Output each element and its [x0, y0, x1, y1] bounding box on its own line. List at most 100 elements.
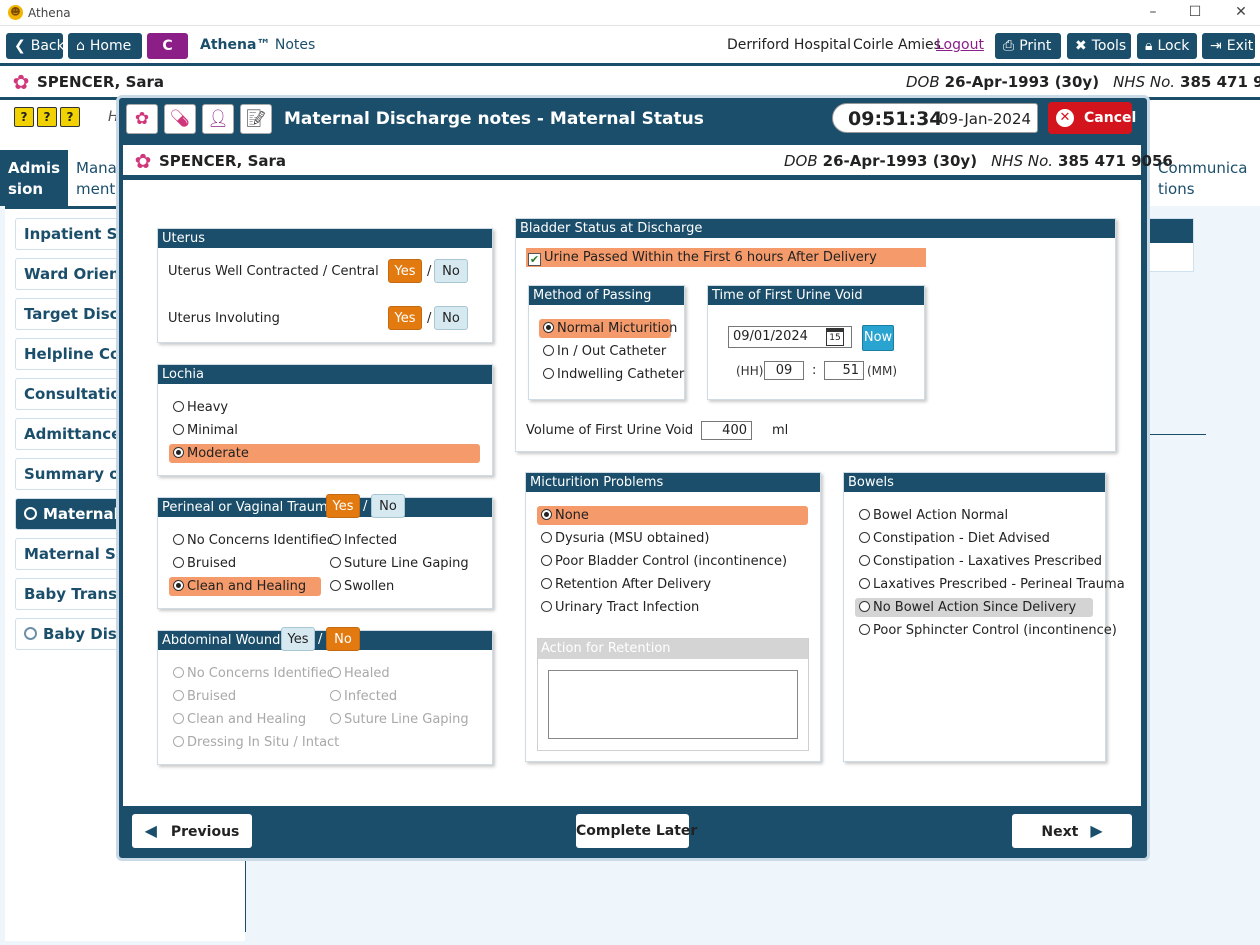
medication-capsule-icon[interactable]: 💊︎ [164, 104, 196, 134]
minute-input[interactable]: 51 [824, 361, 864, 380]
next-button[interactable]: Next ▶ [1012, 814, 1132, 848]
background-divider [245, 856, 246, 932]
flower-icon[interactable]: ✿ [126, 104, 158, 134]
uterus-involuting-yes-button[interactable]: Yes [388, 306, 422, 330]
micturition-option[interactable]: Urinary Tract Infection [537, 598, 699, 617]
bowels-option[interactable]: Bowel Action Normal [855, 506, 1008, 525]
radio-button [859, 601, 870, 612]
chevron-left-icon: ❮ [14, 38, 26, 54]
lochia-option[interactable]: Heavy [169, 398, 480, 417]
mother-baby-icon[interactable]: 👤︎ [202, 104, 234, 134]
help-icon[interactable]: ? [60, 107, 80, 127]
bowels-option[interactable]: Poor Sphincter Control (incontinence) [855, 621, 1117, 640]
perineal-option[interactable]: No Concerns Identified [169, 531, 335, 550]
tab-admission[interactable]: Admis sion [0, 150, 68, 206]
separator: / [363, 499, 368, 514]
maximize-button[interactable]: ☐ [1185, 3, 1205, 21]
abdominal-option: Suture Line Gaping [326, 710, 469, 729]
clock-display: 09:51:34 09-Jan-2024 [832, 103, 1038, 133]
patient-name: SPENCER, Sara [37, 73, 165, 91]
tools-button[interactable]: ✖ Tools [1067, 33, 1131, 59]
separator: / [318, 632, 323, 647]
exit-button[interactable]: ⇥ Exit [1202, 33, 1255, 59]
retention-textarea[interactable] [548, 670, 798, 739]
micturition-option[interactable]: Dysuria (MSU obtained) [537, 529, 709, 548]
close-window-button[interactable]: ✕ [1231, 3, 1251, 21]
radio-button [541, 601, 552, 612]
volume-input[interactable]: 400 [701, 421, 752, 440]
method-option[interactable]: In / Out Catheter [539, 342, 666, 361]
hour-input[interactable]: 09 [764, 361, 804, 380]
lochia-option[interactable]: Minimal [169, 421, 480, 440]
c-button[interactable]: C [147, 33, 188, 59]
logout-link[interactable]: Logout [936, 37, 984, 53]
back-button[interactable]: ❮ Back [6, 33, 65, 59]
notes-icon[interactable]: 📝︎ [240, 104, 272, 134]
separator: / [427, 311, 432, 326]
section-header: Method of Passing [529, 286, 684, 305]
perineal-option[interactable]: Clean and Healing [169, 577, 321, 596]
micturition-option[interactable]: Poor Bladder Control (incontinence) [537, 552, 787, 571]
micturition-option[interactable]: Retention After Delivery [537, 575, 711, 594]
uterus-contracted-yes-button[interactable]: Yes [388, 259, 422, 283]
radio-button [859, 509, 870, 520]
dialog-title: Maternal Discharge notes - Maternal Stat… [284, 109, 704, 129]
micturition-option[interactable]: None [537, 506, 808, 525]
section-header: Action for Retention [538, 639, 808, 659]
triangle-left-icon: ◀ [144, 821, 157, 840]
bowels-option[interactable]: No Bowel Action Since Delivery [855, 598, 1093, 617]
window-title: Athena [28, 6, 71, 20]
minimize-button[interactable]: – [1143, 3, 1163, 21]
radio-button [330, 690, 341, 701]
printer-icon: ⎙ [1003, 38, 1015, 54]
method-option[interactable]: Normal Micturition [539, 319, 677, 338]
section-header: Uterus [158, 229, 492, 248]
patient-name: SPENCER, Sara [159, 152, 287, 170]
current-time: 09:51:34 [848, 108, 943, 130]
complete-later-button[interactable]: Complete Later [576, 814, 697, 848]
method-option[interactable]: Indwelling Catheter [539, 365, 684, 384]
perineal-yes-button[interactable]: Yes [326, 494, 360, 518]
perineal-option[interactable]: Bruised [169, 554, 236, 573]
home-button[interactable]: ⌂ Home [68, 33, 142, 59]
abdominal-yes-button[interactable]: Yes [281, 627, 315, 651]
perineal-option[interactable]: Infected [326, 531, 397, 550]
radio-button [173, 557, 184, 568]
window-title-bar: ☻ Athena – ☐ ✕ [0, 0, 1260, 26]
uterus-involuting-no-button[interactable]: No [434, 306, 468, 330]
lock-button[interactable]: 🔒︎ Lock [1137, 33, 1197, 59]
radio-button [330, 580, 341, 591]
help-icon[interactable]: ? [37, 107, 57, 127]
radio-button [173, 667, 184, 678]
bowels-option[interactable]: Constipation - Diet Advised [855, 529, 1050, 548]
abdominal-option: Dressing In Situ / Intact [169, 733, 339, 752]
radio-button [173, 580, 184, 591]
radio-button [859, 624, 870, 635]
previous-button[interactable]: ◀ Previous [132, 814, 252, 848]
perineal-option[interactable]: Swollen [326, 577, 394, 596]
calendar-icon[interactable]: 15 [826, 328, 844, 346]
bowels-option[interactable]: Constipation - Laxatives Prescribed [855, 552, 1102, 571]
background-box-header [1146, 219, 1193, 243]
radio-button [173, 424, 184, 435]
section-header: Micturition Problems [526, 473, 820, 492]
abdominal-no-button[interactable]: No [326, 627, 360, 651]
radio-icon [24, 627, 37, 640]
flower-icon: ✿ [134, 149, 152, 173]
uterus-contracted-no-button[interactable]: No [434, 259, 468, 283]
now-button[interactable]: Now [862, 325, 894, 351]
cancel-button[interactable]: ✕ Cancel [1048, 102, 1136, 134]
radio-button [330, 713, 341, 724]
bowels-option[interactable]: Laxatives Prescribed - Perineal Trauma [855, 575, 1125, 594]
radio-button [173, 690, 184, 701]
abdominal-option: Infected [326, 687, 397, 706]
lochia-option[interactable]: Moderate [169, 444, 480, 463]
urine-passed-checkbox[interactable]: ✔ Urine Passed Within the First 6 hours A… [526, 248, 926, 267]
perineal-no-button[interactable]: No [371, 494, 405, 518]
radio-button [859, 578, 870, 589]
patient-demographics: DOB26-Apr-1993 (30y)NHS No.385 471 9056 [906, 73, 1260, 91]
print-button[interactable]: ⎙ Print [995, 33, 1061, 59]
perineal-option[interactable]: Suture Line Gaping [326, 554, 469, 573]
help-icon[interactable]: ? [14, 107, 34, 127]
background-box [1145, 218, 1194, 272]
